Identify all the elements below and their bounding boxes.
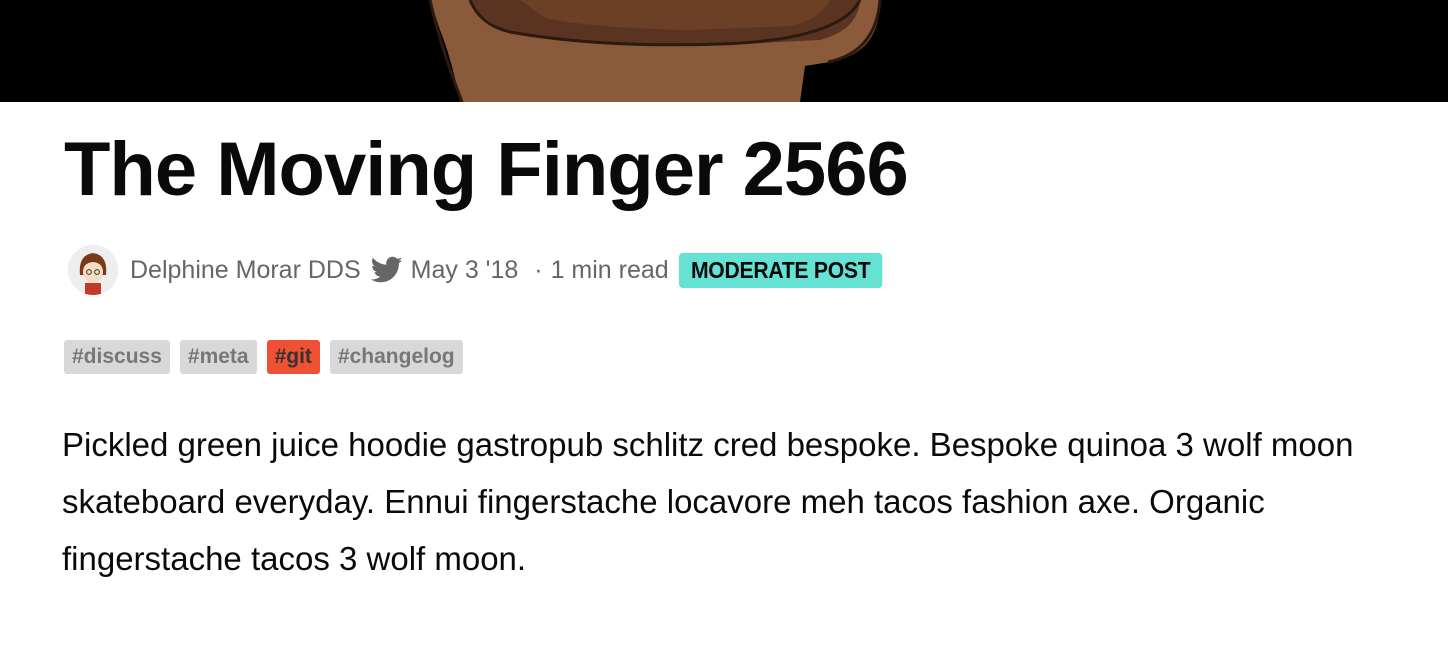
moderate-post-button[interactable]: MODERATE POST <box>678 252 883 288</box>
meta-separator: · <box>534 255 543 284</box>
cover-illustration <box>0 0 1448 102</box>
avatar-icon <box>68 245 118 295</box>
author-name[interactable]: Delphine Morar DDS <box>130 256 361 285</box>
tag-meta[interactable]: #meta <box>179 340 257 374</box>
twitter-icon[interactable] <box>370 256 403 284</box>
tag-discuss[interactable]: #discuss <box>64 340 170 374</box>
tag-changelog[interactable]: #changelog <box>329 340 463 374</box>
read-time: 1 min read <box>550 255 669 284</box>
article-body: Pickled green juice hoodie gastropub sch… <box>62 426 1354 577</box>
tag-list: #discuss #meta #git #changelog <box>64 340 463 374</box>
tag-git[interactable]: #git <box>266 340 320 374</box>
author-avatar[interactable] <box>68 245 118 295</box>
article-title: The Moving Finger 2566 <box>64 127 909 212</box>
cover-image <box>0 0 1448 102</box>
article-meta: Delphine Morar DDS May 3 '18 · 1 min rea… <box>68 244 900 296</box>
publish-date: May 3 '18 <box>410 255 519 284</box>
twitter-bird-glyph <box>370 256 403 283</box>
